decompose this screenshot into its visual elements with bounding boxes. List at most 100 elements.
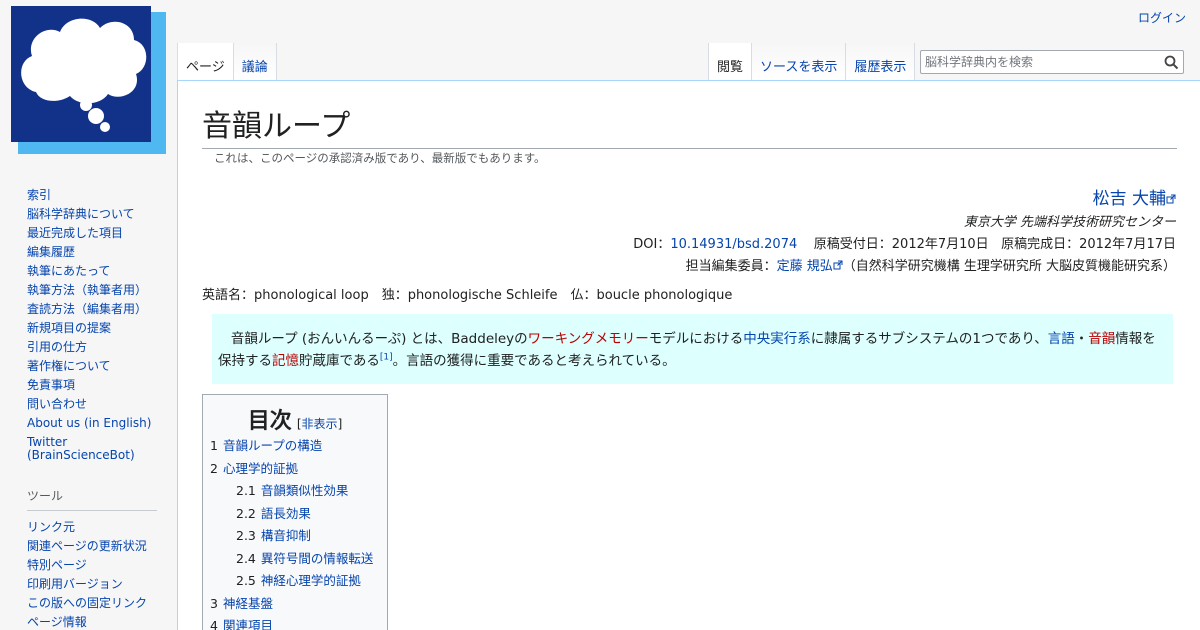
toc-number: 2.4 (236, 550, 256, 566)
intro-text-6: 貯蔵庫である (299, 353, 380, 369)
toc-label[interactable]: 関連項目 (223, 618, 273, 630)
table-of-contents: 目次 [非表示] 1 音韻ループの構造 2 心理学的証拠 2.1 音韻類似性効果 2.… (202, 394, 388, 630)
toc-label[interactable]: 音韻類似性効果 (261, 483, 349, 498)
toc-number: 2.1 (236, 483, 256, 498)
link-language[interactable]: 言語 (1048, 331, 1075, 347)
link-phonology[interactable]: 音韻 (1088, 331, 1115, 347)
toc-label[interactable]: 神経基盤 (223, 596, 273, 611)
tab-read[interactable]: 閲覧 (708, 43, 753, 80)
intro-text-1: 音韻ループ (おんいんるーぷ) とは、Baddeleyの (230, 331, 528, 347)
toc-label[interactable]: 構音抑制 (261, 528, 311, 543)
tool-what-links-here[interactable]: リンク元 (27, 520, 75, 534)
tab-history[interactable]: 履歴表示 (846, 43, 916, 80)
tab-talk[interactable]: 議論 (233, 43, 277, 80)
editor-affiliation: （自然科学研究機構 生理学研究所 大脳皮質機能研究系） (842, 259, 1176, 274)
toc-number: 2.5 (236, 573, 256, 588)
toc-number: 3 (210, 595, 218, 611)
reference-1[interactable]: [1] (380, 353, 393, 363)
author-line: 松吉 大輔 (1093, 184, 1176, 209)
toc-bracket-close: ] (337, 417, 343, 431)
personal-tools: ログイン (1138, 9, 1186, 26)
doi-label: DOI： (633, 237, 671, 252)
tool-permanent-link[interactable]: この版への固定リンク (27, 596, 147, 610)
view-tabs: 閲覧 ソースを表示 履歴表示 (708, 43, 916, 80)
toc-number: 1 (210, 438, 218, 453)
toc-item[interactable]: 2.2 語長効果 (210, 503, 380, 526)
sidebar-item-edit-history[interactable]: 編集履歴 (27, 245, 75, 259)
namespace-tabs: ページ 議論 (177, 43, 277, 80)
search-input[interactable] (921, 51, 1159, 73)
toc-number: 2 (210, 460, 218, 476)
english-names: 英語名：phonological loop 独：phonologische Sc… (202, 288, 733, 303)
toc-item[interactable]: 2.4 異符号間の情報転送 (210, 548, 380, 571)
toc-toggle: [非表示] (297, 417, 342, 431)
toc-number: 4 (210, 618, 218, 630)
sidebar-item-disclaimer[interactable]: 免責事項 (27, 378, 75, 392)
sidebar-item-citation[interactable]: 引用の仕方 (27, 340, 87, 354)
editor-link[interactable]: 定藤 規弘 (777, 259, 833, 274)
sidebar-item-twitter[interactable]: Twitter (BrainScienceBot) (27, 435, 135, 462)
toc-item[interactable]: 2.3 構音抑制 (210, 525, 380, 548)
page-title: 音韻ループ (202, 101, 1177, 149)
external-link-icon (1166, 194, 1176, 204)
toc-number: 2.2 (236, 505, 256, 521)
sidebar-item-about[interactable]: 脳科学辞典について (27, 207, 135, 221)
doi-link[interactable]: 10.14931/bsd.2074 (670, 237, 797, 252)
toc-number: 2.3 (236, 528, 256, 543)
sidebar: 索引 脳科学辞典について 最近完成した項目 編集履歴 執筆にあたって 執筆方法（… (27, 186, 162, 630)
toc-label[interactable]: 語長効果 (261, 506, 311, 521)
sidebar-item-recent-completed[interactable]: 最近完成した項目 (27, 226, 123, 240)
sidebar-item-copyright[interactable]: 著作権について (27, 359, 111, 373)
tool-related-changes[interactable]: 関連ページの更新状況 (27, 539, 147, 553)
sidebar-item-index[interactable]: 索引 (27, 188, 51, 202)
sidebar-item-review-method[interactable]: 査読方法（編集者用） (27, 302, 147, 316)
content-area: 音韻ループ これは、このページの承認済み版であり、最新版でもあります。 松吉 大… (177, 80, 1200, 630)
sidebar-item-about-english[interactable]: About us (in English) (27, 416, 151, 430)
tool-page-info[interactable]: ページ情報 (27, 615, 87, 629)
toc-list: 1 音韻ループの構造 2 心理学的証拠 2.1 音韻類似性効果 2.2 語長効果 2.3… (210, 435, 380, 630)
sidebar-item-writing-method[interactable]: 執筆方法（執筆者用） (27, 283, 147, 297)
toc-header: 目次 [非表示] (210, 403, 380, 435)
login-link[interactable]: ログイン (1138, 11, 1186, 25)
editor-line: 担当編集委員：定藤 規弘 （自然科学研究機構 生理学研究所 大脳皮質機能研究系） (686, 255, 1176, 274)
toc-label[interactable]: 心理学的証拠 (223, 461, 298, 476)
toc-item[interactable]: 2.1 音韻類似性効果 (210, 480, 380, 503)
thought-bubble-logo-icon (11, 6, 166, 154)
toc-hide-link[interactable]: 非表示 (302, 417, 338, 431)
editor-label: 担当編集委員： (685, 259, 777, 274)
toc-item[interactable]: 3 神経基盤 (210, 593, 380, 616)
toc-item[interactable]: 2 心理学的証拠 (210, 458, 380, 481)
site-logo[interactable] (8, 4, 168, 158)
toc-title: 目次 (247, 409, 292, 434)
link-memory[interactable]: 記憶 (272, 353, 299, 369)
link-central-executive[interactable]: 中央実行系 (743, 331, 811, 347)
sidebar-item-new-proposal[interactable]: 新規項目の提案 (27, 321, 111, 335)
toc-label[interactable]: 音韻ループの構造 (223, 438, 322, 453)
toc-item[interactable]: 4 関連項目 (210, 615, 380, 630)
tab-page[interactable]: ページ (177, 43, 234, 80)
sidebar-item-writing-guide[interactable]: 執筆にあたって (27, 264, 110, 278)
received-date: 原稿受付日：2012年7月10日 (813, 237, 989, 252)
author-link[interactable]: 松吉 大輔 (1093, 189, 1166, 209)
intro-text-3: に隷属するサブシステムの1つであり、 (810, 331, 1048, 347)
tool-printable[interactable]: 印刷用バージョン (27, 577, 123, 591)
intro-text-4: ・ (1074, 331, 1089, 347)
toc-item[interactable]: 2.5 神経心理学的証拠 (210, 570, 380, 593)
sidebar-tools: リンク元 関連ページの更新状況 特別ページ 印刷用バージョン この版への固定リン… (27, 518, 162, 630)
sidebar-item-contact[interactable]: 問い合わせ (27, 397, 87, 411)
intro-box: 音韻ループ (おんいんるーぷ) とは、Baddeleyのワーキングメモリーモデル… (212, 314, 1173, 384)
external-link-icon (833, 260, 843, 270)
toc-label[interactable]: 異符号間の情報転送 (261, 551, 374, 566)
link-working-memory[interactable]: ワーキングメモリー (528, 331, 649, 347)
toc-item[interactable]: 1 音韻ループの構造 (210, 435, 380, 458)
toc-label[interactable]: 神経心理学的証拠 (261, 573, 361, 588)
intro-text-2: モデルにおける (648, 331, 744, 347)
tool-special-pages[interactable]: 特別ページ (27, 558, 87, 572)
approved-revision-note: これは、このページの承認済み版であり、最新版でもあります。 (214, 151, 546, 165)
tab-view-source[interactable]: ソースを表示 (752, 43, 847, 80)
doi-line: DOI：10.14931/bsd.2074 原稿受付日：2012年7月10日 原… (633, 233, 1176, 252)
tools-heading: ツール (27, 487, 157, 511)
search-icon[interactable] (1164, 55, 1179, 70)
search-box (920, 50, 1184, 74)
author-affiliation: 東京大学 先端科学技術研究センター (963, 215, 1176, 230)
